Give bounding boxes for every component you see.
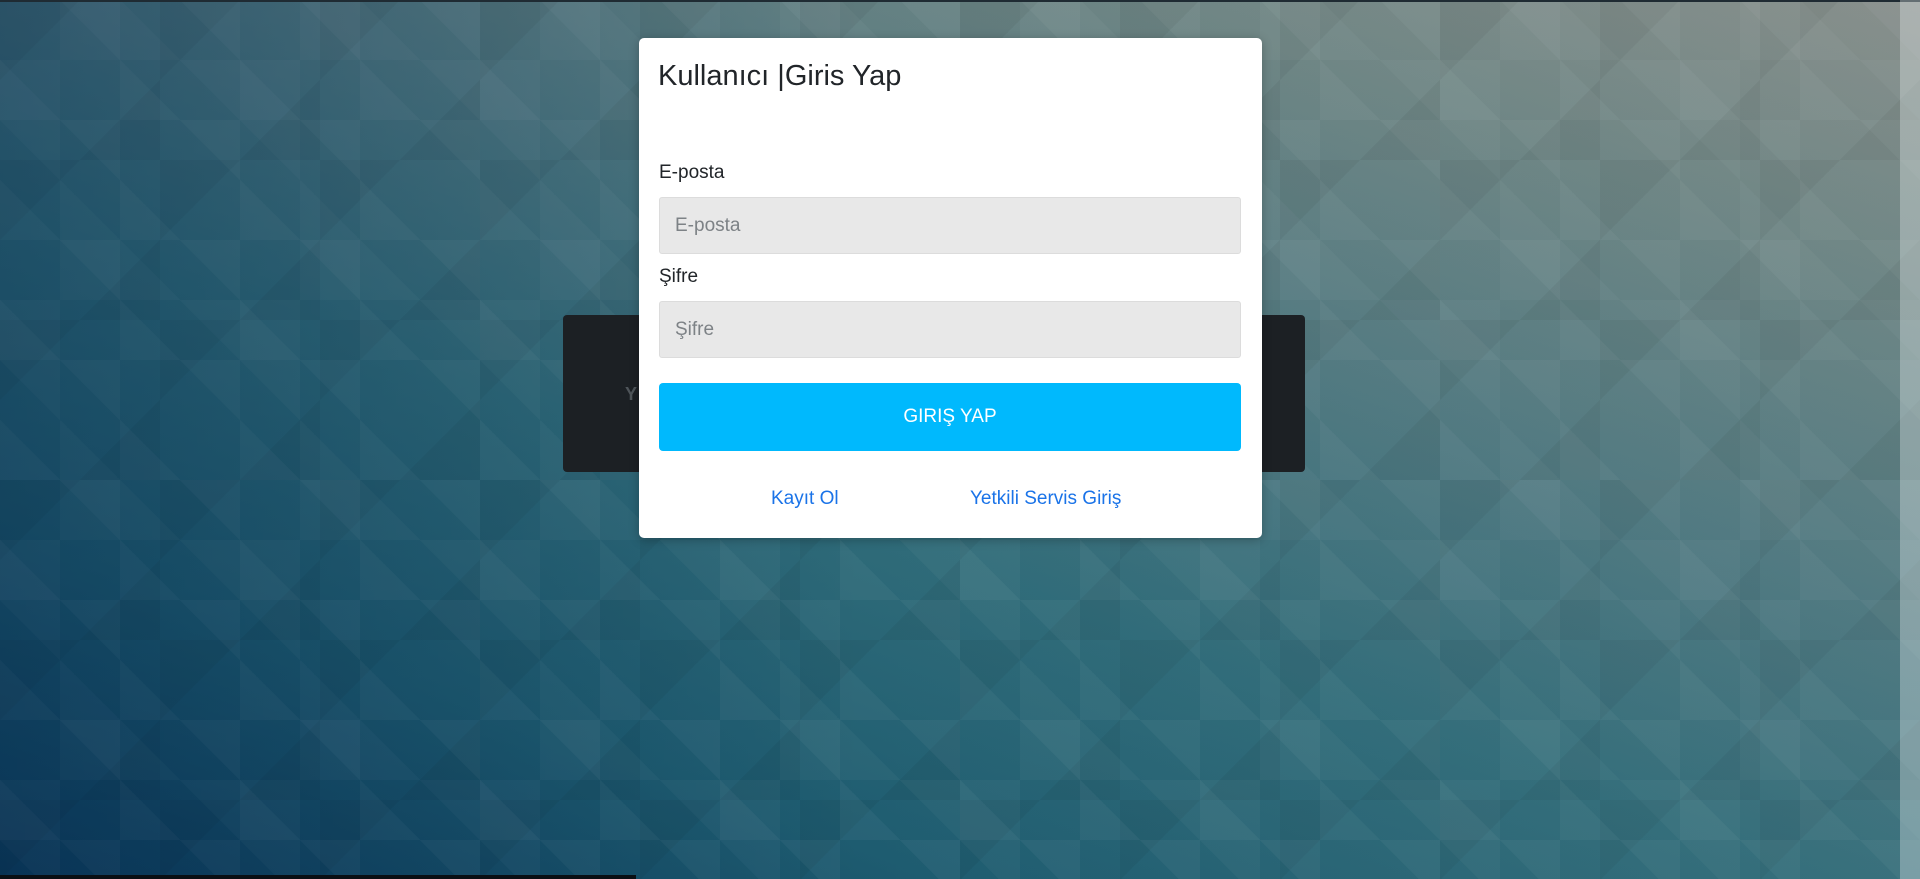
bottom-border [0,875,636,879]
modal-title: Kullanıcı |Giris Yap [658,60,902,92]
page-background: Y Kullanıcı |Giris Yap E-posta Şifre GIR… [0,0,1920,879]
login-modal: Kullanıcı |Giris Yap E-posta Şifre GIRIŞ… [639,38,1262,538]
email-input[interactable] [659,197,1241,254]
email-label: E-posta [659,162,725,183]
password-input[interactable] [659,301,1241,358]
login-button[interactable]: GIRIŞ YAP [659,383,1241,451]
register-link[interactable]: Kayıt Ol [771,488,839,510]
password-label: Şifre [659,266,699,287]
service-login-link[interactable]: Yetkili Servis Giriş [970,488,1121,510]
top-border [0,0,1920,2]
scrollbar-track[interactable] [1900,0,1920,879]
background-panel-text: Y [625,384,638,404]
